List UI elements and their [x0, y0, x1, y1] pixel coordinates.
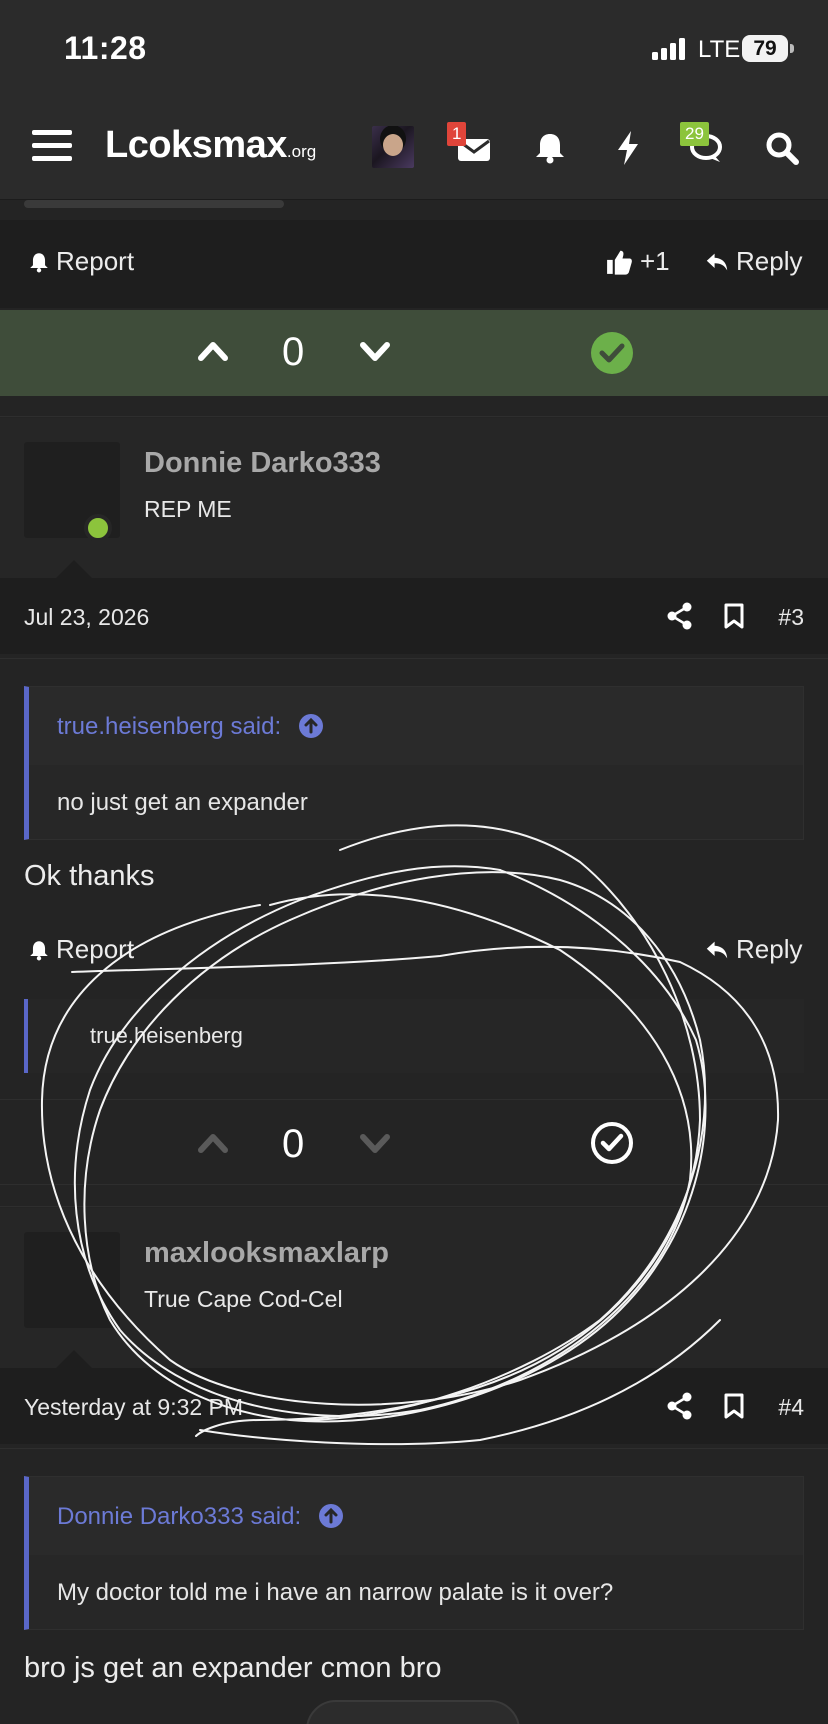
- post3-body: Ok thanks: [24, 860, 155, 892]
- battery-nub: [790, 44, 794, 53]
- post2-action-bar: Report +1 Reply: [0, 220, 828, 308]
- bell-icon[interactable]: [530, 128, 570, 168]
- post3-user-title: REP ME: [144, 496, 232, 522]
- like-count: +1: [640, 246, 670, 276]
- vote-count: 0: [282, 330, 305, 374]
- thread-page: 11:28 LTE 79 Lcoksmax.org 1 29 Report +1…: [0, 0, 828, 1724]
- quote-text: My doctor told me i have an narrow palat…: [57, 1579, 614, 1606]
- post4-date[interactable]: Yesterday at 9:32 PM: [24, 1394, 243, 1421]
- report-label: Report: [56, 246, 135, 276]
- quote-text: no just get an expander: [57, 789, 308, 816]
- bookmark-icon[interactable]: [720, 602, 748, 630]
- accept-check-icon[interactable]: [590, 1121, 634, 1165]
- partial-reaction-pill[interactable]: [306, 1700, 520, 1724]
- search-icon[interactable]: [762, 128, 802, 168]
- site-logo[interactable]: Lcoksmax.org: [105, 124, 316, 167]
- clipped-text: [24, 200, 284, 208]
- like-button[interactable]: +1: [604, 246, 670, 277]
- post4-user-title: True Cape Cod-Cel: [144, 1286, 343, 1312]
- post3-vote-bar: 0: [0, 1099, 828, 1185]
- accepted-check-icon[interactable]: [590, 331, 634, 375]
- jump-up-icon[interactable]: [298, 713, 324, 739]
- post3-username[interactable]: Donnie Darko333: [144, 447, 381, 480]
- post4-body: bro js get an expander cmon bro: [24, 1652, 442, 1684]
- post4-avatar[interactable]: [24, 1232, 120, 1328]
- post4-user-card: maxlooksmaxlarp True Cape Cod-Cel: [0, 1208, 828, 1368]
- bell-icon: [30, 940, 48, 960]
- status-bar: 11:28 LTE 79: [0, 0, 828, 96]
- inbox-badge: 1: [447, 122, 467, 146]
- downvote-icon[interactable]: [358, 1126, 392, 1160]
- post-separator: [0, 1448, 828, 1449]
- card-caret: [56, 1350, 92, 1368]
- reply-icon: [706, 941, 728, 958]
- thumbs-up-icon: [607, 250, 632, 275]
- battery-icon: 79: [742, 35, 788, 62]
- post-separator: [0, 1206, 828, 1207]
- quote-author-link[interactable]: Donnie Darko333 said:: [57, 1503, 344, 1531]
- menu-icon[interactable]: [32, 130, 72, 162]
- post3-signature: true.heisenberg: [24, 999, 804, 1073]
- quote-author-link[interactable]: true.heisenberg said:: [57, 713, 324, 741]
- card-caret: [56, 560, 92, 578]
- downvote-icon[interactable]: [358, 334, 392, 368]
- quote-header: Donnie Darko333 said:: [29, 1477, 803, 1555]
- bell-icon: [30, 252, 48, 272]
- bookmark-icon[interactable]: [720, 1392, 748, 1420]
- post3-quote: true.heisenberg said: no just get an exp…: [24, 686, 804, 840]
- upvote-icon[interactable]: [196, 334, 230, 368]
- post3-meta-row: Jul 23, 2026 #3: [0, 578, 828, 654]
- post-separator: [0, 658, 828, 659]
- upvote-icon[interactable]: [196, 1126, 230, 1160]
- share-icon[interactable]: [666, 602, 694, 630]
- post-separator: [0, 416, 828, 417]
- jump-up-icon[interactable]: [318, 1503, 344, 1529]
- reply-label: Reply: [736, 246, 803, 276]
- signature-text: true.heisenberg: [90, 1023, 243, 1048]
- post4-number[interactable]: #4: [778, 1394, 804, 1421]
- logo-tld: .org: [286, 142, 317, 161]
- vote-count: 0: [282, 1122, 305, 1166]
- status-time: 11:28: [64, 30, 147, 66]
- post4-meta-row: Yesterday at 9:32 PM #4: [0, 1368, 828, 1444]
- post3-number[interactable]: #3: [778, 604, 804, 631]
- bolt-icon[interactable]: [608, 128, 648, 168]
- reply-label: Reply: [736, 934, 803, 964]
- user-avatar-button[interactable]: [372, 126, 414, 168]
- alerts-badge: 29: [680, 122, 709, 146]
- quote-header: true.heisenberg said:: [29, 687, 803, 765]
- reply-button[interactable]: Reply: [704, 934, 802, 965]
- report-button[interactable]: Report: [28, 246, 134, 277]
- post4-username[interactable]: maxlooksmaxlarp: [144, 1237, 389, 1270]
- post4-quote: Donnie Darko333 said: My doctor told me …: [24, 1476, 804, 1630]
- report-label: Report: [56, 934, 135, 964]
- post3-date[interactable]: Jul 23, 2026: [24, 604, 149, 631]
- signal-icon: [652, 38, 685, 60]
- online-indicator: [84, 514, 112, 542]
- reply-button[interactable]: Reply: [704, 246, 802, 277]
- report-button[interactable]: Report: [28, 934, 134, 965]
- post3-user-card: Donnie Darko333 REP ME: [0, 418, 828, 578]
- logo-text: Lcoksmax: [105, 124, 287, 166]
- network-label: LTE: [698, 36, 741, 63]
- post2-vote-bar: 0: [0, 310, 828, 396]
- top-navigation: Lcoksmax.org 1 29: [0, 96, 828, 200]
- share-icon[interactable]: [666, 1392, 694, 1420]
- quote-author-label: Donnie Darko333 said:: [57, 1503, 302, 1530]
- reply-icon: [706, 253, 728, 270]
- quote-author-label: true.heisenberg said:: [57, 713, 282, 740]
